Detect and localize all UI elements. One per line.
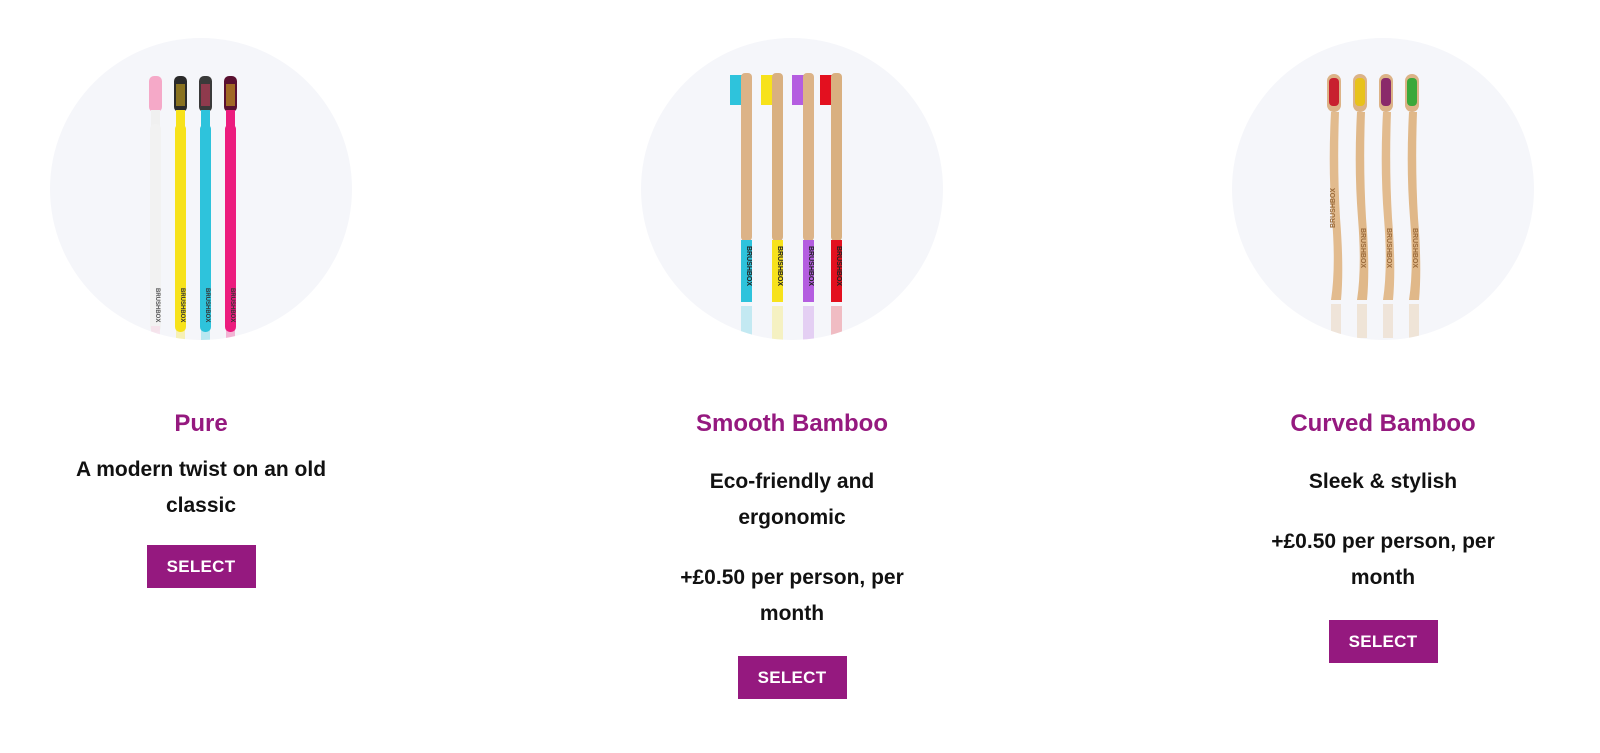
svg-text:BRUSHBOX: BRUSHBOX — [179, 288, 185, 322]
select-curved-bamboo-button[interactable]: SELECT — [1328, 620, 1438, 663]
select-smooth-bamboo-button[interactable]: SELECT — [737, 656, 847, 699]
product-price: +£0.50 per person, per month — [680, 566, 904, 625]
product-price: +£0.50 per person, per month — [1271, 530, 1495, 589]
product-title: Smooth Bamboo — [696, 410, 888, 437]
svg-text:BRUSHBOX: BRUSHBOX — [1359, 228, 1366, 268]
product-description: Sleek & stylish — [1308, 470, 1458, 493]
svg-text:BRUSHBOX: BRUSHBOX — [229, 288, 235, 322]
svg-text:BRUSHBOX: BRUSHBOX — [776, 246, 783, 286]
smooth-bamboo-toothbrushes-image: BRUSHBOX BRUSHBOX BRUSHBOX BRUSHBOX — [730, 73, 842, 340]
svg-text:BRUSHBOX: BRUSHBOX — [154, 288, 160, 322]
product-image-smooth-bamboo: BRUSHBOX BRUSHBOX BRUSHBOX BRUSHBOX — [641, 38, 943, 340]
select-pure-button[interactable]: SELECT — [146, 545, 256, 588]
svg-text:BRUSHBOX: BRUSHBOX — [204, 288, 210, 322]
product-image-pure: BRUSHBOX BRUSHBOX BRUSHBOX BRUSHBOX — [50, 38, 352, 340]
product-image-curved-bamboo: BRUSHBOX BRUSHBOX BRUSHBOX BRUSHBOX — [1232, 38, 1534, 340]
curved-bamboo-toothbrushes-image: BRUSHBOX BRUSHBOX BRUSHBOX BRUSHBOX — [1327, 74, 1421, 338]
plastic-toothbrushes-image: BRUSHBOX BRUSHBOX BRUSHBOX BRUSHBOX — [149, 76, 237, 340]
product-title: Curved Bamboo — [1290, 410, 1476, 437]
svg-text:BRUSHBOX: BRUSHBOX — [1385, 228, 1392, 268]
svg-text:BRUSHBOX: BRUSHBOX — [835, 246, 842, 286]
product-description: Eco-friendly and ergonomic — [709, 470, 875, 529]
svg-text:BRUSHBOX: BRUSHBOX — [1411, 228, 1418, 268]
product-card-pure: BRUSHBOX BRUSHBOX BRUSHBOX BRUSHBOX Pure… — [31, 38, 371, 588]
product-description: A modern twist on an old classic — [75, 458, 327, 517]
product-card-smooth-bamboo: BRUSHBOX BRUSHBOX BRUSHBOX BRUSHBOX Smoo… — [622, 38, 962, 699]
svg-text:BRUSHBOX: BRUSHBOX — [745, 246, 752, 286]
product-card-curved-bamboo: BRUSHBOX BRUSHBOX BRUSHBOX BRUSHBOX Curv… — [1213, 38, 1553, 663]
product-title: Pure — [174, 410, 228, 437]
svg-text:BRUSHBOX: BRUSHBOX — [1330, 188, 1337, 228]
svg-text:BRUSHBOX: BRUSHBOX — [807, 246, 814, 286]
product-selection-grid: BRUSHBOX BRUSHBOX BRUSHBOX BRUSHBOX Pure… — [0, 0, 1600, 753]
